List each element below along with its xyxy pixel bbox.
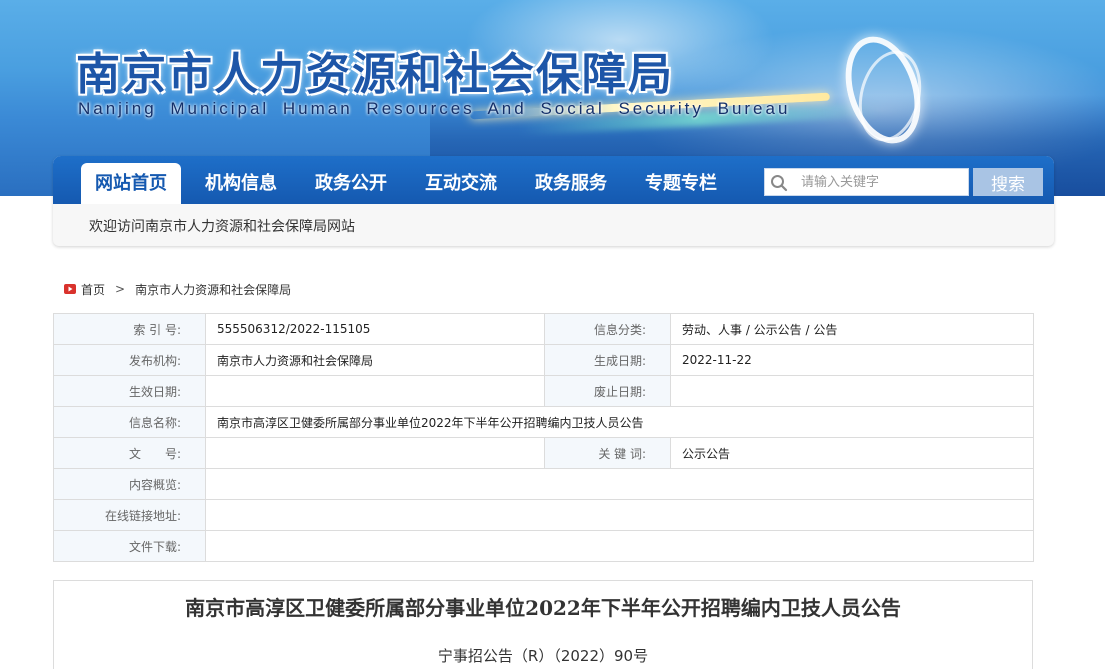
nav-item-interaction[interactable]: 互动交流 [413, 163, 509, 204]
category-value: 劳动、人事 / 公示公告 / 公告 [670, 313, 1034, 345]
table-row: 在线链接地址: [53, 499, 1034, 531]
created-date-label: 生成日期: [544, 344, 671, 376]
article-title: 南京市高淳区卫健委所属部分事业单位2022年下半年公开招聘编内卫技人员公告 [185, 596, 901, 620]
breadcrumb-bureau[interactable]: 南京市人力资源和社会保障局 [135, 281, 291, 298]
publisher-value: 南京市人力资源和社会保障局 [205, 344, 545, 376]
table-row: 文 号: 关 键 词: 公示公告 [53, 437, 1034, 469]
nav-item-services[interactable]: 政务服务 [523, 163, 619, 204]
table-row: 生效日期: 废止日期: [53, 375, 1034, 407]
search-button[interactable]: 搜索 [973, 168, 1043, 196]
table-row: 信息名称: 南京市高淳区卫健委所属部分事业单位2022年下半年公开招聘编内卫技人… [53, 406, 1034, 438]
search-input[interactable] [801, 172, 961, 192]
expired-date-label: 废止日期: [544, 375, 671, 407]
doc-no-label: 文 号: [53, 437, 206, 469]
created-date-value: 2022-11-22 [670, 344, 1034, 376]
publisher-label: 发布机构: [53, 344, 206, 376]
nav-item-special-topics[interactable]: 专题专栏 [633, 163, 729, 204]
index-no-value: 555506312/2022-115105 [205, 313, 545, 345]
file-download-value[interactable] [205, 530, 1034, 562]
welcome-message: 欢迎访问南京市人力资源和社会保障局网站 [89, 219, 355, 235]
breadcrumb-home[interactable]: 首页 [81, 281, 105, 298]
info-name-label: 信息名称: [53, 406, 206, 438]
table-row: 内容概览: [53, 468, 1034, 500]
table-row: 发布机构: 南京市人力资源和社会保障局 生成日期: 2022-11-22 [53, 344, 1034, 376]
search-icon [771, 175, 788, 192]
nav-item-organization[interactable]: 机构信息 [193, 163, 289, 204]
nav-item-government-affairs[interactable]: 政务公开 [303, 163, 399, 204]
doc-no-value [205, 437, 545, 469]
article-content: 南京市高淳区卫健委所属部分事业单位2022年下半年公开招聘编内卫技人员公告 宁事… [53, 580, 1033, 669]
summary-value [205, 468, 1034, 500]
effective-date-value [205, 375, 545, 407]
nav-bar: 网站首页 机构信息 政务公开 互动交流 政务服务 专题专栏 搜索 [53, 156, 1054, 204]
table-row: 文件下载: [53, 530, 1034, 562]
search-box [764, 168, 969, 196]
nav-item-home[interactable]: 网站首页 [81, 163, 181, 204]
category-label: 信息分类: [544, 313, 671, 345]
online-link-label: 在线链接地址: [53, 499, 206, 531]
keywords-value: 公示公告 [670, 437, 1034, 469]
table-row: 索 引 号: 555506312/2022-115105 信息分类: 劳动、人事… [53, 313, 1034, 345]
online-link-value[interactable] [205, 499, 1034, 531]
index-no-label: 索 引 号: [53, 313, 206, 345]
document-number: 宁事招公告（R）（2022）90号 [437, 647, 649, 665]
site-title: 南京市人力资源和社会保障局 [76, 49, 674, 100]
home-icon [64, 284, 76, 294]
info-name-value: 南京市高淳区卫健委所属部分事业单位2022年下半年公开招聘编内卫技人员公告 [205, 406, 1034, 438]
file-download-label: 文件下载: [53, 530, 206, 562]
site-subtitle: Nanjing Municipal Human Resources And So… [78, 99, 791, 118]
effective-date-label: 生效日期: [53, 375, 206, 407]
document-info-table: 索 引 号: 555506312/2022-115105 信息分类: 劳动、人事… [53, 313, 1034, 562]
breadcrumb: 首页 > 南京市人力资源和社会保障局 [64, 281, 291, 297]
expired-date-value [670, 375, 1034, 407]
main-navigation: 网站首页 机构信息 政务公开 互动交流 政务服务 专题专栏 搜索 欢迎访问南京市… [53, 156, 1054, 246]
summary-label: 内容概览: [53, 468, 206, 500]
breadcrumb-separator: > [115, 282, 126, 296]
keywords-label: 关 键 词: [544, 437, 671, 469]
